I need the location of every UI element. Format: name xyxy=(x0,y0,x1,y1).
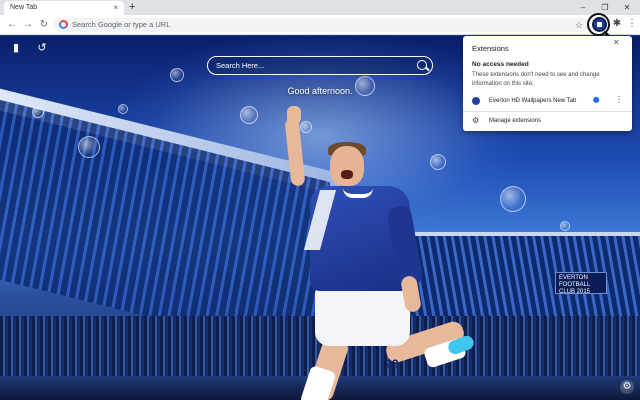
ad-board: EVERTON FOOTBALL CLUB 2015 xyxy=(555,272,607,295)
new-tab-button[interactable]: + xyxy=(129,0,135,15)
bubble xyxy=(560,221,570,231)
bubble xyxy=(500,186,526,212)
back-button[interactable]: ← xyxy=(5,18,19,32)
forward-button[interactable]: → xyxy=(21,18,35,32)
tab-strip: New Tab × + – ❐ ✕ xyxy=(0,0,640,15)
more-options-icon[interactable]: ⋮ xyxy=(615,95,623,105)
greeting-text: Good afternoon. xyxy=(287,86,353,96)
extensions-puzzle-icon[interactable]: ✱ xyxy=(611,18,623,30)
extensions-popup: Extensions ✕ No access needed These exte… xyxy=(463,36,632,131)
bubble xyxy=(170,68,184,82)
bubble xyxy=(78,136,100,158)
bubble xyxy=(240,106,258,124)
section-description: These extensions don't need to see and c… xyxy=(472,72,600,87)
divider xyxy=(463,111,632,112)
tab-title: New Tab xyxy=(10,4,38,11)
close-icon[interactable]: ✕ xyxy=(613,38,620,47)
bubble xyxy=(32,106,44,118)
bubble xyxy=(118,104,128,114)
reload-button[interactable]: ↻ xyxy=(37,18,51,32)
section-heading: No access needed xyxy=(472,61,529,68)
browser-menu-icon[interactable]: ⋮ xyxy=(627,18,637,30)
shirt-number: 23 xyxy=(385,357,399,371)
search-placeholder: Search Here... xyxy=(216,61,265,70)
player-figure: 23 xyxy=(284,106,476,400)
bookmark-star-icon[interactable]: ☆ xyxy=(575,18,583,32)
pin-icon[interactable]: ⯄ xyxy=(593,96,599,105)
tab-close-icon[interactable]: × xyxy=(113,1,118,15)
tab-new-tab[interactable]: New Tab × xyxy=(4,1,124,15)
popup-title: Extensions xyxy=(472,44,509,53)
google-icon xyxy=(59,20,68,29)
address-bar-placeholder: Search Google or type a URL xyxy=(72,20,171,29)
settings-gear-icon[interactable]: ⚙ xyxy=(620,380,634,394)
browser-toolbar: ← → ↻ Search Google or type a URL ☆ xyxy=(0,15,640,35)
gear-icon: ⚙ xyxy=(472,116,480,125)
search-input[interactable]: Search Here... xyxy=(207,56,433,75)
close-window-button[interactable]: ✕ xyxy=(616,0,638,15)
manage-extensions-link[interactable]: Manage extensions xyxy=(489,117,541,126)
history-icon[interactable]: ↺ xyxy=(35,41,49,55)
address-bar[interactable]: Search Google or type a URL ☆ xyxy=(54,18,589,32)
extension-logo-icon xyxy=(472,97,480,105)
minimize-button[interactable]: – xyxy=(572,0,594,15)
bookmark-icon[interactable]: ▮ xyxy=(9,41,23,55)
search-icon[interactable] xyxy=(417,60,427,70)
extension-item-name[interactable]: Everton HD Wallpapers New Tab xyxy=(489,97,576,105)
